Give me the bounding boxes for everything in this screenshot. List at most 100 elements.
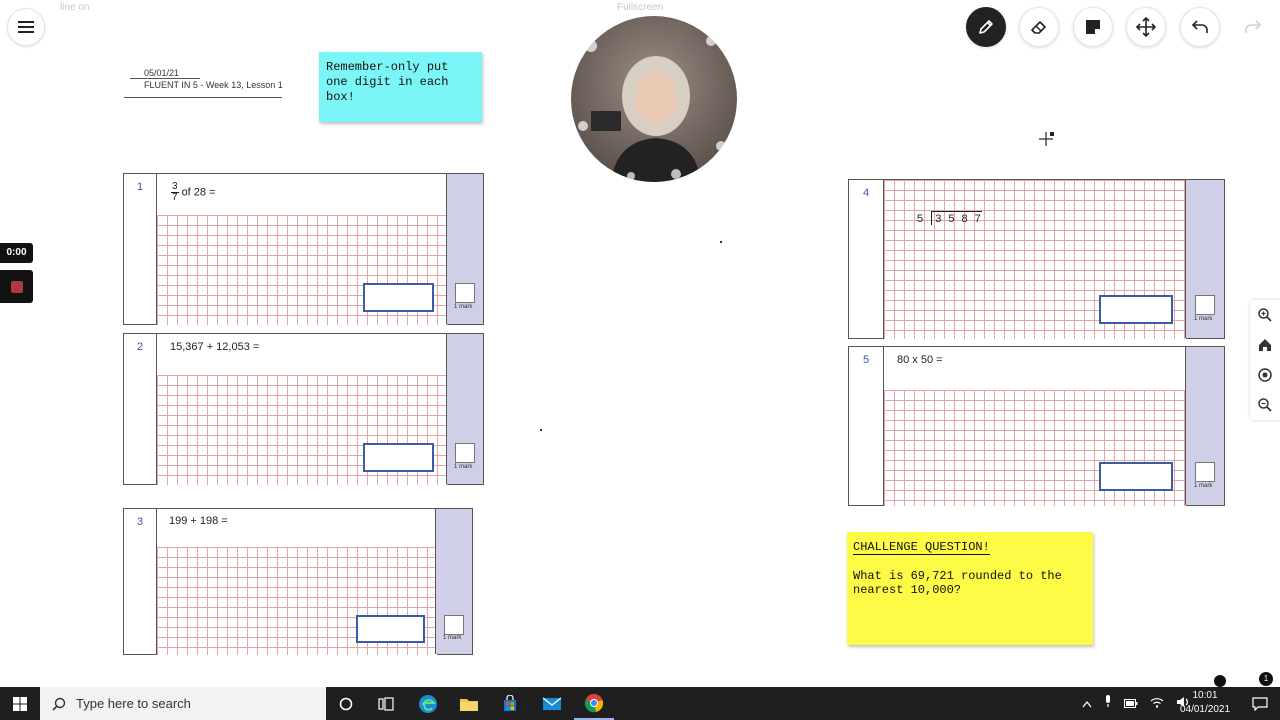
question-card-3: 3 199 + 198 = 1 mark [123, 508, 473, 655]
line-on-label[interactable]: line on [60, 2, 89, 13]
recording-timer: 0:00 [0, 243, 33, 263]
status-dot [1214, 675, 1226, 687]
answer-box[interactable] [363, 443, 434, 472]
move-icon [1135, 16, 1157, 38]
reminder-sticky-note[interactable]: Remember-only put one digit in each box! [319, 52, 482, 122]
zoom-in-button[interactable] [1250, 300, 1280, 330]
challenge-text: What is 69,721 rounded to the nearest 10… [853, 569, 1062, 597]
question-text: 80 x 50 = [897, 354, 943, 366]
microphone-icon [1106, 695, 1110, 707]
dividend-digit: 8 [961, 213, 969, 225]
redo-button[interactable] [1233, 7, 1273, 47]
mark-label: 1 mark [1194, 316, 1213, 322]
answer-box[interactable] [363, 283, 434, 312]
pen-icon [979, 20, 993, 34]
dividend-digit: 5 [948, 213, 956, 225]
mark-label: 1 mark [454, 464, 473, 470]
fraction-denominator: 7 [172, 192, 178, 203]
lesson-header: 05/01/21 FLUENT IN 5 - Week 13, Lesson 1 [124, 64, 284, 100]
windows-icon [13, 696, 27, 711]
question-text: 15,367 + 12,053 = [170, 341, 260, 353]
question-card-5: 5 80 x 50 = 1 mark [848, 346, 1225, 506]
fullscreen-label[interactable]: Fullscreen [617, 2, 663, 13]
store-icon [504, 694, 516, 711]
chrome-taskbar-button[interactable] [574, 687, 614, 720]
mark-box[interactable] [1195, 295, 1215, 315]
cursor-icon [1038, 130, 1056, 153]
wifi-icon [1150, 697, 1164, 708]
start-button[interactable] [0, 687, 40, 720]
underline [124, 97, 282, 98]
taskbar-search-box[interactable]: Type here to search [40, 687, 326, 720]
answer-box[interactable] [1099, 462, 1173, 491]
taskbar-clock[interactable]: 10:01 04/01/2021 [1170, 689, 1240, 717]
challenge-heading: CHALLENGE QUESTION! [853, 540, 990, 555]
tray-expand-button[interactable] [1082, 695, 1092, 713]
microphone-button[interactable] [1104, 694, 1112, 713]
store-button[interactable] [490, 687, 530, 720]
mark-box[interactable] [444, 615, 464, 635]
lesson-title: FLUENT IN 5 - Week 13, Lesson 1 [144, 80, 283, 90]
cortana-icon [339, 697, 353, 710]
webcam-feed[interactable] [571, 16, 737, 182]
stop-icon [10, 280, 23, 293]
mark-box[interactable] [455, 283, 475, 303]
divisor: 5 [917, 213, 925, 225]
ink-dot [720, 241, 722, 243]
menu-button[interactable] [7, 8, 45, 46]
mark-label: 1 mark [454, 304, 473, 310]
stop-recording-button[interactable] [0, 270, 33, 303]
question-text: 199 + 198 = [169, 515, 228, 527]
wifi-button[interactable] [1150, 695, 1164, 713]
underline [130, 78, 200, 79]
question-number: 5 [849, 347, 884, 505]
question-number: 3 [124, 509, 157, 654]
notification-icon [1252, 696, 1268, 711]
move-tool-button[interactable] [1126, 7, 1166, 47]
file-explorer-button[interactable] [449, 687, 489, 720]
answer-box[interactable] [356, 615, 425, 643]
question-expression: of 28 = [181, 186, 216, 199]
clock-date: 04/01/2021 [1179, 704, 1231, 715]
edge-icon [419, 694, 437, 713]
mark-label: 1 mark [1194, 483, 1213, 489]
mark-box[interactable] [1195, 462, 1215, 482]
dividend: 3587 [931, 211, 982, 225]
folder-icon [460, 698, 478, 711]
question-card-1: 1 3 7 of 28 = 1 mark [123, 173, 484, 325]
reminder-text: Remember-only put one digit in each box! [326, 60, 449, 104]
question-text: 3 7 of 28 = [171, 182, 216, 203]
edge-taskbar-button[interactable] [408, 687, 448, 720]
answer-box[interactable] [1099, 295, 1173, 324]
sticky-note-tool-button[interactable] [1073, 7, 1113, 47]
mark-box[interactable] [455, 443, 475, 463]
mark-label: 1 mark [443, 635, 462, 641]
task-view-icon [378, 696, 394, 711]
challenge-sticky-note[interactable]: CHALLENGE QUESTION! What is 69,721 round… [847, 532, 1093, 645]
eraser-tool-button[interactable] [1019, 7, 1059, 47]
hamburger-icon [18, 21, 34, 33]
mail-icon [542, 696, 562, 710]
lesson-date: 05/01/21 [144, 68, 180, 78]
battery-icon [1124, 698, 1138, 708]
clock-time: 10:01 [1192, 690, 1218, 701]
zoom-out-icon [1258, 398, 1272, 412]
task-view-button[interactable] [366, 687, 406, 720]
center-button[interactable] [1250, 360, 1280, 390]
notifications-button[interactable] [1240, 687, 1280, 720]
notification-badge: 1 [1259, 672, 1273, 686]
chevron-up-icon [1082, 700, 1092, 707]
question-number: 2 [124, 334, 157, 484]
dividend-digit: 7 [974, 213, 982, 225]
home-button[interactable] [1250, 330, 1280, 360]
zoom-out-button[interactable] [1250, 390, 1280, 420]
sticky-note-icon [1086, 20, 1100, 34]
cortana-button[interactable] [326, 687, 366, 720]
battery-button[interactable] [1124, 695, 1138, 713]
pen-tool-button[interactable] [966, 7, 1006, 47]
dividend-digit: 3 [935, 213, 943, 225]
question-number: 1 [124, 174, 157, 324]
mail-button[interactable] [532, 687, 572, 720]
undo-button[interactable] [1180, 7, 1220, 47]
zoom-in-icon [1258, 308, 1272, 322]
